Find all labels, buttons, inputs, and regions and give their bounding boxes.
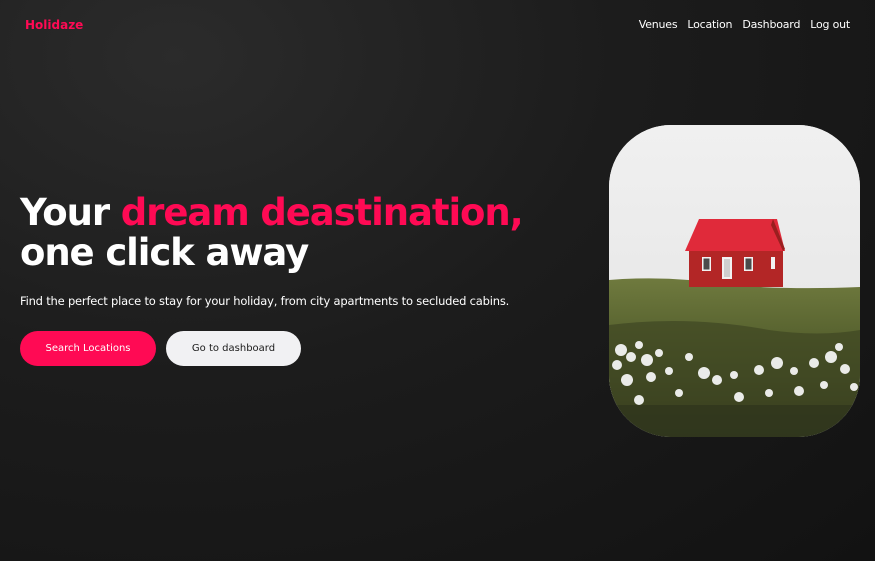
nav-link-logout[interactable]: Log out (810, 18, 850, 31)
hero-title-accent: dream deastination, (120, 191, 524, 234)
brand-logo[interactable]: Holidaze (25, 18, 83, 32)
landing-page: { "header": { "logo": "Holidaze", "nav":… (0, 0, 875, 561)
hero-subtitle: Find the perfect place to stay for your … (20, 294, 510, 308)
hero-title: Your dream deastination, one click away (20, 191, 524, 274)
nav-link-location[interactable]: Location (687, 18, 732, 31)
main-nav: Venues Location Dashboard Log out (639, 18, 850, 31)
cabin (685, 219, 785, 287)
hero-title-part2: one click away (20, 231, 309, 274)
search-locations-button[interactable]: Search Locations (20, 331, 156, 366)
nav-link-dashboard[interactable]: Dashboard (742, 18, 800, 31)
go-to-dashboard-button[interactable]: Go to dashboard (166, 331, 301, 366)
red-cabin-illustration (609, 125, 860, 437)
hero-image (609, 125, 860, 437)
nav-link-venues[interactable]: Venues (639, 18, 678, 31)
hero-title-part1: Your (20, 191, 121, 234)
